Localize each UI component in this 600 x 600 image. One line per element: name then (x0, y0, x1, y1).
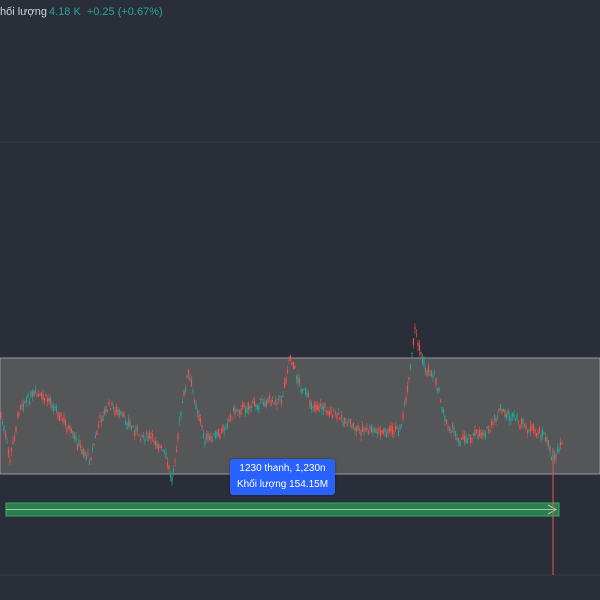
legend-label: hối lượng (0, 6, 47, 18)
price-chart-canvas[interactable] (0, 0, 600, 600)
measure-tooltip: 1230 thanh, 1,230n Khối lượng 154.15M (230, 459, 335, 495)
legend-value: 4.18 K (49, 6, 81, 18)
legend-change: +0.25 (+0.67%) (86, 6, 163, 18)
indicator-legend: hối lượng 4.18 K +0.25 (+0.67%) (0, 6, 163, 18)
measure-bars-text: 1230 thanh, 1,230n (239, 463, 326, 474)
measure-volume-text: Khối lượng 154.15M (236, 479, 329, 490)
